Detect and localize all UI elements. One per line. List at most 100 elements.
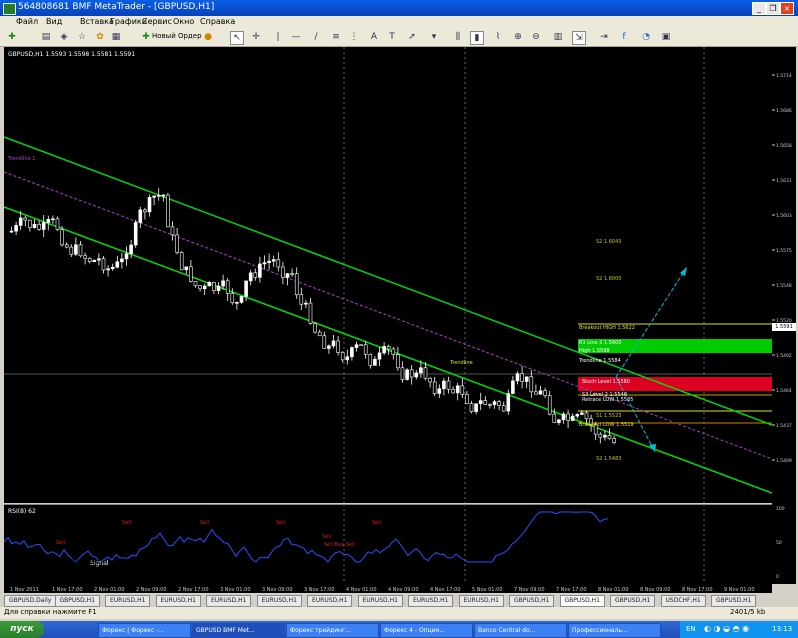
restore-button[interactable]: ❐ xyxy=(766,2,780,15)
text-icon[interactable]: A xyxy=(368,31,380,43)
indicator-window[interactable]: RSI(8) 62 Sell Sell Sell Sell Sell Sell … xyxy=(4,504,772,584)
price-tick-label: 1.5575 xyxy=(776,248,792,254)
candle xyxy=(552,413,557,423)
chart-tab[interactable]: EURUSD,H1 xyxy=(206,595,252,607)
menu-file[interactable]: Файл xyxy=(16,17,38,26)
menu-tools[interactable]: Сервис xyxy=(142,17,172,26)
new-order-icon[interactable]: ✚ xyxy=(140,31,152,43)
price-chart[interactable]: GBPUSD,H1 1.5593 1.5598 1.5581 1.5591 Tr… xyxy=(4,47,772,503)
zoom-out-icon[interactable]: ⊖ xyxy=(530,31,542,43)
chart-tab[interactable]: EURUSD,H1 xyxy=(155,595,201,607)
time-label: 8 Nov 01:00 xyxy=(598,587,629,593)
candle xyxy=(41,222,46,230)
candle xyxy=(575,414,580,417)
menu-view[interactable]: Вид xyxy=(46,17,62,26)
shapes-icon[interactable]: ▾ xyxy=(428,31,440,43)
time-label: 3 Nov 09:00 xyxy=(262,587,293,593)
indicators-icon[interactable]: f xyxy=(618,31,630,43)
rsi-sell-label: Sell xyxy=(200,520,209,526)
menu-insert[interactable]: Вставка xyxy=(80,17,114,26)
candle xyxy=(382,346,386,354)
terminal-icon[interactable]: ☆ xyxy=(76,31,88,43)
fibo-icon[interactable]: ⋮ xyxy=(348,31,360,43)
navigator-icon[interactable]: ◈ xyxy=(58,31,70,43)
chart-tab[interactable]: GBPUSD,Daily xyxy=(4,595,57,607)
candle xyxy=(18,217,23,226)
candle xyxy=(14,225,18,232)
tile-icon[interactable]: ▥ xyxy=(552,31,564,43)
templates-icon[interactable]: ▣ xyxy=(660,31,672,43)
candles-icon[interactable]: ▮ xyxy=(470,31,484,45)
chart-tab[interactable]: EURUSD,H1 xyxy=(458,595,504,607)
new-order-button[interactable]: Новый Ордер xyxy=(152,32,202,40)
line-chart-icon[interactable]: ⌇ xyxy=(492,31,504,43)
candle xyxy=(524,376,529,382)
stochastic-label: Stochastic xyxy=(70,558,107,566)
level-label: Retrace LOW 1.5535 xyxy=(582,397,633,403)
language-indicator[interactable]: EN xyxy=(686,625,696,633)
new-chart-icon[interactable]: ✚ xyxy=(6,31,18,43)
chart-tab[interactable]: GBPUSD,H1 xyxy=(711,595,757,607)
status-help: Для справки нажмите F1 xyxy=(4,608,97,616)
rsi-sell-label: Sell xyxy=(372,520,381,526)
chart-tab[interactable]: USDCHF,H1 xyxy=(660,595,706,607)
candle xyxy=(267,260,271,263)
vertical-line-icon[interactable]: | xyxy=(272,31,284,43)
candle xyxy=(299,294,304,305)
arrow-icon[interactable]: ➚ xyxy=(406,31,418,43)
trendline-icon[interactable]: / xyxy=(310,31,322,43)
taskbar-task[interactable]: GBPUSD BMF Met... xyxy=(192,623,285,638)
chart-tab[interactable]: EURUSD,H1 xyxy=(307,595,353,607)
autoscroll-icon[interactable]: ⇲ xyxy=(572,31,586,45)
chart-tab[interactable]: EURUSD,H1 xyxy=(105,595,151,607)
candle xyxy=(566,413,570,421)
candle xyxy=(294,273,299,296)
candle xyxy=(175,234,179,253)
candle xyxy=(534,391,538,395)
candle xyxy=(221,280,225,287)
candle xyxy=(612,438,616,443)
taskbar-task[interactable]: Форекс | Форекс -... xyxy=(98,623,191,638)
periods-icon[interactable]: ◔ xyxy=(640,31,652,43)
label-icon[interactable]: T xyxy=(386,31,398,43)
strategy-icon[interactable]: ▦ xyxy=(110,31,122,43)
rsi-scale-label: 50 xyxy=(776,540,782,546)
chart-tab[interactable]: GBPUSD,H1 xyxy=(559,595,605,607)
menu-help[interactable]: Справка xyxy=(200,17,235,26)
expert-advisor-icon[interactable]: ● xyxy=(202,31,214,43)
taskbar-task[interactable]: Форекс 4 - Опция... xyxy=(380,623,473,638)
level-label: Trendline 1.5584 xyxy=(578,358,621,364)
taskbar-task[interactable]: Форекс трейдинг... xyxy=(286,623,379,638)
expert-icon[interactable]: ✿ xyxy=(94,31,106,43)
candle xyxy=(400,367,405,380)
cursor-icon[interactable]: ↖ xyxy=(230,31,244,45)
profiles-icon[interactable]: ▤ xyxy=(40,31,52,43)
time-label: 5 Nov 01:00 xyxy=(472,587,503,593)
candle xyxy=(488,404,492,406)
zoom-in-icon[interactable]: ⊕ xyxy=(512,31,524,43)
minimize-button[interactable]: _ xyxy=(752,2,766,15)
channel-icon[interactable]: ≡ xyxy=(330,31,342,43)
menu-window[interactable]: Окно xyxy=(173,17,194,26)
close-button[interactable]: × xyxy=(780,2,794,15)
start-button[interactable]: пуск xyxy=(0,621,44,638)
current-price-tag: 1.5591 xyxy=(772,323,796,331)
menu-bar: Файл Вид Вставка Графики Сервис Окно Спр… xyxy=(0,16,798,28)
chart-tab[interactable]: EURUSD,H1 xyxy=(357,595,403,607)
system-tray: EN ◐ ◑ ◒ ◓ ◉ 13:13 xyxy=(680,621,798,638)
price-scale-svg: 1.5714 1.5686 1.5658 1.5631 1.5603 1.5575 1.55… xyxy=(772,73,792,580)
chart-tab[interactable]: EURUSD,H1 xyxy=(408,595,454,607)
chart-tab[interactable]: EURUSD,H1 xyxy=(256,595,302,607)
bar-chart-icon[interactable]: ⫼ xyxy=(452,31,464,43)
candle xyxy=(285,273,290,278)
horizontal-line-icon[interactable]: — xyxy=(290,31,302,43)
candle xyxy=(161,194,166,197)
chart-tab[interactable]: GBPUSD,H1 xyxy=(610,595,656,607)
shift-icon[interactable]: ⇥ xyxy=(598,31,610,43)
taskbar-task[interactable]: Профессиональ... xyxy=(568,623,661,638)
tray-icons[interactable]: ◐ ◑ ◒ ◓ ◉ xyxy=(704,624,749,633)
chart-tab[interactable]: GBPUSD,H1 xyxy=(509,595,555,607)
taskbar-task[interactable]: Banco Central do... xyxy=(474,623,567,638)
chart-tab[interactable]: GBPUSD,H1 xyxy=(54,595,100,607)
crosshair-icon[interactable]: ✛ xyxy=(250,31,262,43)
